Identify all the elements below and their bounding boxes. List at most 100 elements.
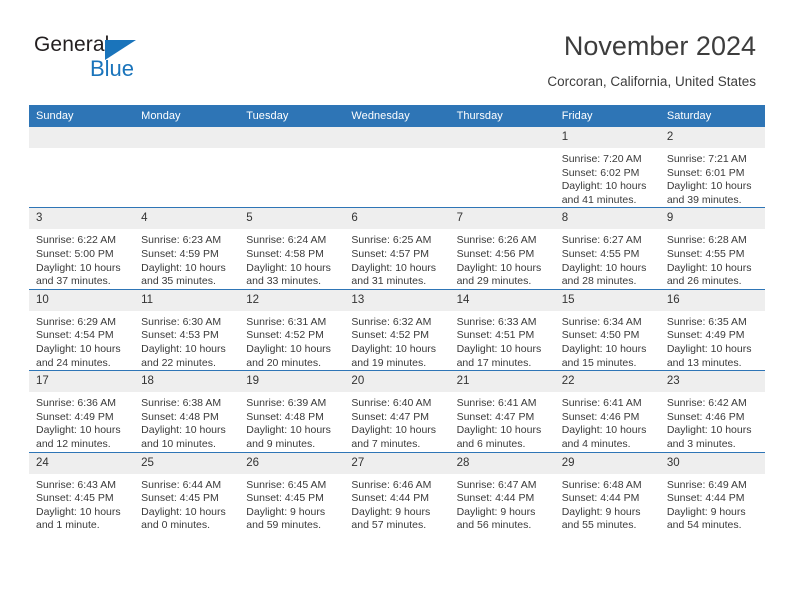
daylight-duration-line1: Daylight: 10 hours (246, 342, 331, 355)
daylight-duration-line2: and 54 minutes. (666, 519, 742, 532)
day-sun-info: Sunrise: 6:29 AM Sunset: 4:54 PM Daylight:… (29, 311, 134, 370)
day-number: 3 (29, 208, 135, 230)
calendar-day-cell[interactable]: 15 Sunrise: 6:34 AM Sunset: 4:50 PM Dayligh… (554, 289, 660, 372)
title-block: November 2024 Corcoran, California, Unit… (547, 30, 756, 92)
sunset-time: Sunset: 6:02 PM (561, 166, 640, 179)
sunrise-time: Sunrise: 6:24 AM (246, 234, 327, 247)
daylight-duration-line1: Daylight: 10 hours (666, 424, 752, 437)
calendar-day-cell[interactable]: 19 Sunrise: 6:39 AM Sunset: 4:48 PM Dayligh… (239, 370, 345, 453)
daylight-duration-line1: Daylight: 9 hours (456, 505, 536, 518)
daylight-duration-line2: and 29 minutes. (456, 275, 532, 288)
daylight-duration-line1: Daylight: 10 hours (666, 180, 752, 193)
weekday-header-row: Sunday Monday Tuesday Wednesday Thursday Frid… (29, 105, 765, 127)
daylight-duration-line1: Daylight: 10 hours (351, 342, 437, 355)
calendar-day-cell[interactable]: 22 Sunrise: 6:41 AM Sunset: 4:46 PM Dayligh… (554, 370, 660, 453)
day-number: 21 (449, 371, 555, 393)
sunrise-time: Sunrise: 6:47 AM (456, 478, 537, 491)
day-number: 11 (134, 289, 240, 311)
sunset-time: Sunset: 4:56 PM (456, 247, 535, 260)
daylight-duration-line2: and 24 minutes. (36, 356, 111, 369)
daylight-duration-line2: and 35 minutes. (141, 275, 216, 288)
day-cell-inner: 1 Sunrise: 7:20 AM Sunset: 6:02 PM Daylight… (554, 127, 660, 207)
day-cell-inner: 13 Sunrise: 6:32 AM Sunset: 4:52 PM Dayligh… (344, 289, 450, 370)
day-cell-inner: 3 Sunrise: 6:22 AM Sunset: 5:00 PM Daylight… (29, 208, 135, 288)
calendar-day-cell[interactable]: 10 Sunrise: 6:29 AM Sunset: 4:54 PM Dayligh… (29, 289, 135, 372)
calendar-body: 1 Sunrise: 7:20 AM Sunset: 6:02 PM Daylight… (29, 127, 765, 533)
daylight-duration-line2: and 39 minutes. (666, 193, 742, 206)
calendar-day-cell[interactable]: 8 Sunrise: 6:27 AM Sunset: 4:55 PM Daylight… (554, 207, 660, 290)
sunrise-time: Sunrise: 6:41 AM (561, 397, 642, 410)
sunrise-time: Sunrise: 6:31 AM (246, 315, 327, 328)
day-cell-inner: 18 Sunrise: 6:38 AM Sunset: 4:48 PM Dayligh… (134, 371, 240, 451)
day-number: 12 (239, 289, 345, 311)
daylight-duration-line1: Daylight: 9 hours (561, 505, 641, 518)
calendar-day-cell[interactable]: 29 Sunrise: 6:48 AM Sunset: 4:44 PM Dayligh… (554, 452, 660, 533)
calendar-day-cell[interactable]: 9 Sunrise: 6:28 AM Sunset: 4:55 PM Daylight… (659, 207, 765, 290)
sunset-time: Sunset: 4:49 PM (36, 410, 114, 423)
calendar-day-cell[interactable]: 26 Sunrise: 6:45 AM Sunset: 4:45 PM Dayligh… (239, 452, 345, 533)
sunrise-time: Sunrise: 6:36 AM (36, 397, 116, 410)
daylight-duration-line2: and 22 minutes. (141, 356, 216, 369)
daylight-duration-line2: and 10 minutes. (141, 437, 216, 450)
calendar-day-cell[interactable]: 20 Sunrise: 6:40 AM Sunset: 4:47 PM Dayligh… (344, 370, 450, 453)
sunset-time: Sunset: 4:52 PM (351, 329, 430, 342)
sunset-time: Sunset: 4:55 PM (666, 247, 745, 260)
calendar-day-cell[interactable]: 16 Sunrise: 6:35 AM Sunset: 4:49 PM Dayligh… (659, 289, 765, 372)
weekday-header-thursday: Thursday (449, 105, 555, 127)
day-number: 4 (134, 208, 240, 230)
page-title: November 2024 (563, 31, 756, 61)
day-cell-inner: 8 Sunrise: 6:27 AM Sunset: 4:55 PM Daylight… (554, 208, 660, 288)
day-number: 29 (554, 452, 660, 474)
calendar-day-cell[interactable]: 3 Sunrise: 6:22 AM Sunset: 5:00 PM Daylight… (29, 207, 135, 290)
daylight-duration-line1: Daylight: 10 hours (561, 261, 647, 274)
calendar-day-cell[interactable]: 23 Sunrise: 6:42 AM Sunset: 4:46 PM Dayligh… (659, 370, 765, 453)
day-sun-info: Sunrise: 6:44 AM Sunset: 4:45 PM Daylight:… (134, 474, 239, 533)
daylight-duration-line1: Daylight: 10 hours (561, 180, 647, 193)
day-cell-inner: 30 Sunrise: 6:49 AM Sunset: 4:44 PM Dayligh… (659, 452, 765, 533)
sunrise-time: Sunrise: 6:30 AM (141, 315, 222, 328)
daylight-duration-line2: and 20 minutes. (246, 356, 321, 369)
calendar-day-cell[interactable]: 28 Sunrise: 6:47 AM Sunset: 4:44 PM Dayligh… (449, 452, 555, 533)
daylight-duration-line2: and 19 minutes. (351, 356, 427, 369)
calendar-day-cell[interactable]: 12 Sunrise: 6:31 AM Sunset: 4:52 PM Dayligh… (239, 289, 345, 372)
day-sun-info: Sunrise: 6:40 AM Sunset: 4:47 PM Daylight:… (344, 392, 449, 451)
calendar-day-cell[interactable]: 5 Sunrise: 6:24 AM Sunset: 4:58 PM Daylight… (239, 207, 345, 290)
calendar-day-cell[interactable]: 1 Sunrise: 7:20 AM Sunset: 6:02 PM Daylight… (554, 127, 660, 209)
sunrise-time: Sunrise: 6:43 AM (36, 478, 116, 491)
calendar-header-row: Sunday Monday Tuesday Wednesday Thursday Frid… (29, 105, 765, 127)
day-sun-info: Sunrise: 6:35 AM Sunset: 4:49 PM Daylight:… (660, 311, 765, 370)
calendar-day-cell[interactable]: 18 Sunrise: 6:38 AM Sunset: 4:48 PM Dayligh… (134, 370, 240, 453)
calendar-day-cell[interactable]: 6 Sunrise: 6:25 AM Sunset: 4:57 PM Daylight… (344, 207, 450, 290)
calendar-day-cell[interactable]: 17 Sunrise: 6:36 AM Sunset: 4:49 PM Dayligh… (29, 370, 135, 453)
sunset-time: Sunset: 4:45 PM (141, 492, 219, 505)
day-sun-info: Sunrise: 6:48 AM Sunset: 4:44 PM Daylight:… (555, 474, 660, 533)
calendar-day-cell[interactable]: 4 Sunrise: 6:23 AM Sunset: 4:59 PM Daylight… (134, 207, 240, 290)
calendar-day-cell[interactable]: 11 Sunrise: 6:30 AM Sunset: 4:53 PM Dayligh… (134, 289, 240, 372)
calendar-day-cell[interactable]: 27 Sunrise: 6:46 AM Sunset: 4:44 PM Dayligh… (344, 452, 450, 533)
daylight-duration-line2: and 13 minutes. (666, 356, 742, 369)
day-cell-inner (239, 127, 345, 207)
daylight-duration-line2: and 26 minutes. (666, 275, 742, 288)
sunrise-time: Sunrise: 6:22 AM (36, 234, 116, 247)
calendar-day-cell[interactable]: 13 Sunrise: 6:32 AM Sunset: 4:52 PM Dayligh… (344, 289, 450, 372)
general-blue-logo[interactable]: General Blue (34, 33, 214, 83)
day-cell-inner: 11 Sunrise: 6:30 AM Sunset: 4:53 PM Dayligh… (134, 289, 240, 370)
day-cell-inner: 21 Sunrise: 6:41 AM Sunset: 4:47 PM Dayligh… (449, 371, 555, 451)
calendar-day-cell[interactable]: 14 Sunrise: 6:33 AM Sunset: 4:51 PM Dayligh… (449, 289, 555, 372)
daylight-duration-line2: and 12 minutes. (36, 437, 111, 450)
daylight-duration-line2: and 4 minutes. (561, 437, 631, 450)
calendar-day-cell[interactable]: 21 Sunrise: 6:41 AM Sunset: 4:47 PM Dayligh… (449, 370, 555, 453)
day-number (344, 127, 450, 148)
daylight-duration-line1: Daylight: 10 hours (561, 424, 647, 437)
day-sun-info: Sunrise: 6:47 AM Sunset: 4:44 PM Daylight:… (450, 474, 555, 533)
calendar-day-cell[interactable]: 25 Sunrise: 6:44 AM Sunset: 4:45 PM Dayligh… (134, 452, 240, 533)
calendar-day-cell[interactable]: 2 Sunrise: 7:21 AM Sunset: 6:01 PM Daylight… (659, 127, 765, 209)
sunrise-time: Sunrise: 6:26 AM (456, 234, 537, 247)
day-sun-info: Sunrise: 6:39 AM Sunset: 4:48 PM Daylight:… (239, 392, 344, 451)
calendar-day-cell[interactable]: 7 Sunrise: 6:26 AM Sunset: 4:56 PM Daylight… (449, 207, 555, 290)
sunset-time: Sunset: 4:46 PM (561, 410, 640, 423)
calendar-day-cell[interactable]: 30 Sunrise: 6:49 AM Sunset: 4:44 PM Dayligh… (659, 452, 765, 533)
day-number: 27 (344, 452, 450, 474)
sunrise-time: Sunrise: 6:49 AM (666, 478, 747, 491)
calendar-day-cell[interactable]: 24 Sunrise: 6:43 AM Sunset: 4:45 PM Dayligh… (29, 452, 135, 533)
